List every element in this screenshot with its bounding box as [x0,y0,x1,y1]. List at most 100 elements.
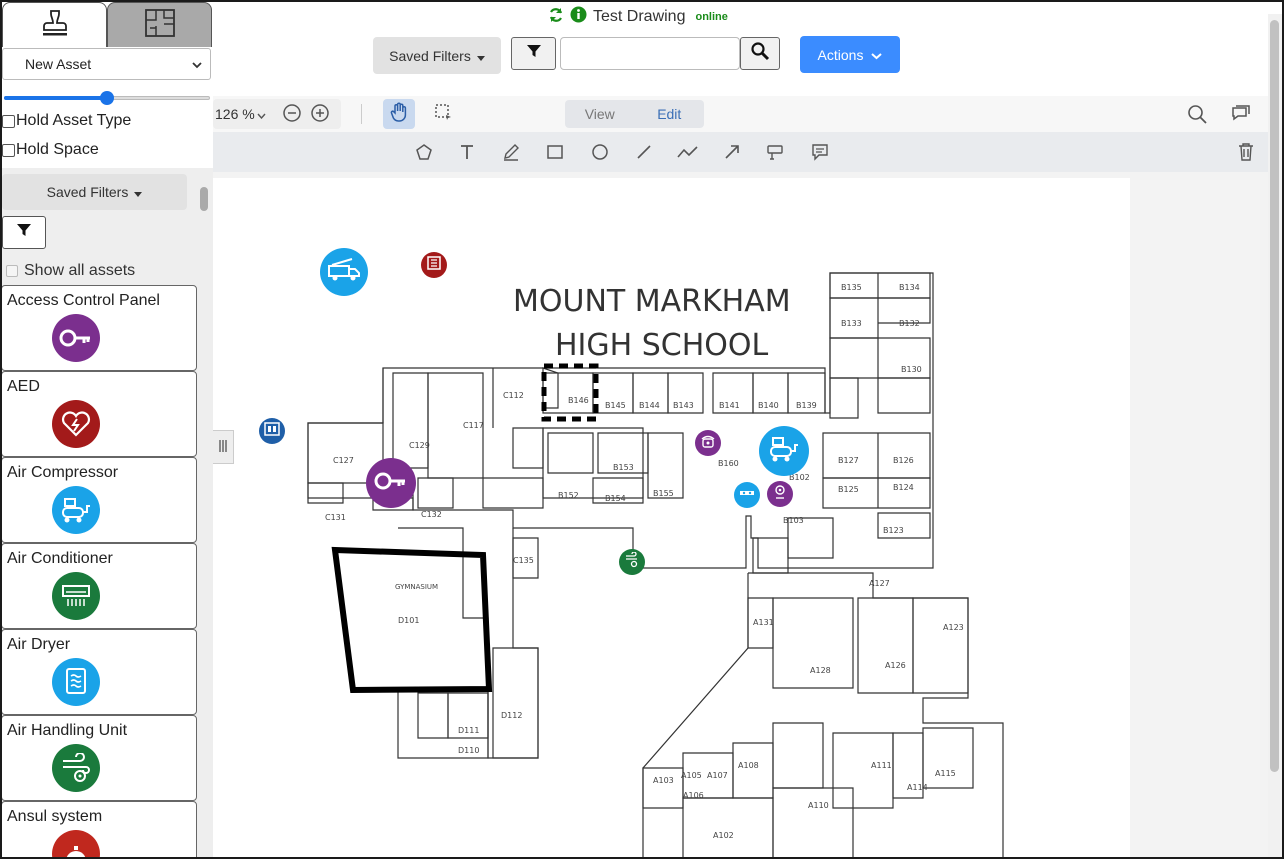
panel-icon [427,255,441,275]
connection-status: online [695,11,728,23]
tab-view[interactable]: View [565,100,635,128]
refresh-icon[interactable] [548,7,564,28]
room-label: A102 [713,831,734,840]
heart-icon [52,400,100,448]
panel-collapse-handle[interactable] [213,430,234,464]
zoom-level[interactable]: 126 % [215,106,255,122]
show-all-assets-checkbox[interactable]: Show all assets [6,262,135,280]
hold-space-checkbox[interactable]: Hold Space [2,141,99,159]
marker-phone[interactable] [695,430,721,456]
marker-air-handling-unit[interactable] [619,549,645,575]
room-label: A128 [810,666,831,675]
marker-air-compressor[interactable] [759,426,809,476]
comments-panel-icon[interactable] [1231,104,1251,129]
marker-eyewash[interactable] [734,482,760,508]
caret-down-icon [476,48,485,64]
room-label: D112 [501,711,522,720]
slider-thumb[interactable] [100,91,114,105]
room-label: B146 [568,396,589,405]
room-label: A111 [871,761,892,770]
filter-button-left[interactable] [2,216,46,249]
search-icon[interactable] [1187,104,1207,129]
polyline-icon[interactable] [676,140,700,164]
asset-card-air-compressor[interactable]: Air Compressor [1,457,197,543]
pan-tool-button[interactable] [383,99,415,129]
text-tool-icon[interactable] [455,140,479,164]
room-label: B134 [899,283,920,292]
drawing-canvas[interactable]: MOUNT MARKHAM HIGH SCHOOL C112 C117 C127… [213,172,1268,859]
comment-icon[interactable] [808,140,832,164]
asset-card-air-conditioner[interactable]: Air Conditioner [1,543,197,629]
room-label: B152 [558,491,579,500]
asset-size-slider[interactable] [4,91,210,105]
asset-card-ansul-system[interactable]: Ansul system [1,801,197,859]
info-icon[interactable] [570,6,587,28]
mode-toggle: View Edit [565,100,704,128]
hold-asset-type-label: Hold Asset Type [16,112,132,129]
tab-floorplan[interactable] [107,2,212,47]
asset-type-value: New Asset [25,56,92,72]
room-label: C112 [503,391,524,400]
filter-icon [526,43,542,64]
marker-access-control[interactable] [366,458,416,508]
room-label: B139 [796,401,817,410]
room-label: A103 [653,776,674,785]
polygon-icon[interactable] [412,140,436,164]
search-input[interactable] [560,37,740,70]
key-icon [374,470,408,497]
chevron-down-icon[interactable] [257,106,266,122]
zoom-controls: 126 % [213,99,341,129]
asset-card-air-handling-unit[interactable]: Air Handling Unit [1,715,197,801]
marker-electrical[interactable] [259,418,285,444]
room-label: B144 [639,401,660,410]
room-label: C131 [325,513,346,522]
room-label: B127 [838,456,859,465]
asset-list-scrollbar[interactable] [199,183,209,213]
asset-card-air-dryer[interactable]: Air Dryer [1,629,197,715]
room-label: A114 [907,783,928,792]
rectangle-icon[interactable] [543,140,567,164]
hold-asset-type-checkbox[interactable]: Hold Asset Type [2,112,131,130]
actions-button[interactable]: Actions [800,36,900,73]
breaker-icon [264,421,280,441]
hand-icon [390,102,408,127]
room-label: B155 [653,489,674,498]
arrow-icon[interactable] [720,140,744,164]
marker-security-camera[interactable] [767,481,793,507]
ac-unit-icon [52,572,100,620]
tab-edit[interactable]: Edit [635,100,705,128]
room-label: B130 [901,365,922,374]
saved-filters-button[interactable]: Saved Filters [373,37,501,74]
search-icon [750,41,770,66]
ellipse-icon[interactable] [588,140,612,164]
asset-card-access-control-panel[interactable]: Access Control Panel [1,285,197,371]
search-button[interactable] [740,37,780,70]
page-scrollbar[interactable] [1268,14,1282,859]
marker-panel[interactable] [421,252,447,278]
line-icon[interactable] [632,140,656,164]
select-tool-button[interactable] [431,99,455,129]
pen-icon[interactable] [499,140,523,164]
actions-label: Actions [817,46,864,63]
callout-icon[interactable] [763,140,787,164]
room-label: A110 [808,801,829,810]
filter-button[interactable] [511,37,556,70]
asset-list: Access Control Panel AED Air Compressor … [1,285,197,859]
fan-icon [52,744,100,792]
zoom-in-icon[interactable] [310,103,330,126]
asset-card-aed[interactable]: AED [1,371,197,457]
room-label: B123 [883,526,904,535]
compressor-icon [768,435,800,468]
marker-fire-truck[interactable] [320,248,368,296]
chevron-down-icon [871,47,883,63]
drawing-title-bar: Test Drawing online [548,6,728,28]
room-label: C135 [513,556,534,565]
asset-type-select[interactable]: New Asset [2,48,211,80]
left-panel: New Asset Hold Asset Type Hold Space Sav… [0,0,213,859]
fire-truck-icon [327,257,361,287]
zoom-out-icon[interactable] [282,103,302,126]
saved-filters-button-left[interactable]: Saved Filters [2,174,187,210]
tab-stamp[interactable] [2,2,107,47]
compressor-icon [52,486,100,534]
trash-icon[interactable] [1234,140,1258,164]
